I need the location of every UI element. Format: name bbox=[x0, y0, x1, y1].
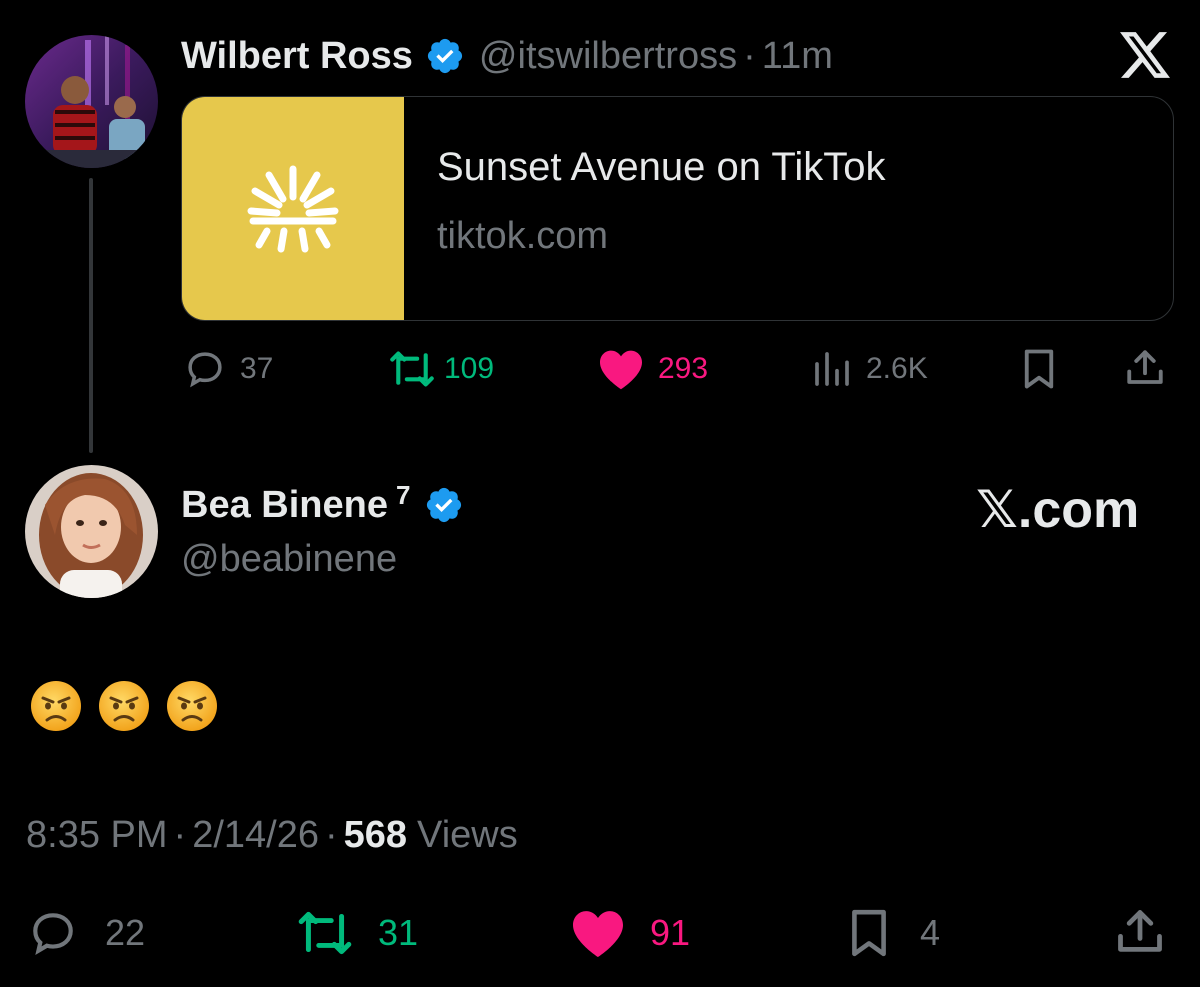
share-icon bbox=[1124, 346, 1166, 390]
separator-dot: · bbox=[324, 814, 338, 856]
verified-badge-icon bbox=[424, 485, 464, 525]
repost-button[interactable]: 31 bbox=[296, 908, 418, 958]
thread-connector-line bbox=[89, 178, 93, 453]
like-count: 91 bbox=[650, 912, 691, 953]
sunburst-logo-icon bbox=[247, 165, 339, 253]
heart-filled-icon bbox=[598, 348, 644, 390]
author-superscript: 7 bbox=[395, 480, 411, 510]
repost-icon bbox=[296, 908, 354, 958]
angry-face-icon bbox=[167, 681, 217, 731]
reply-icon bbox=[27, 908, 79, 958]
analytics-icon bbox=[812, 348, 852, 390]
author-name[interactable]: Bea Binene bbox=[181, 480, 388, 530]
timestamp-time[interactable]: 8:35 PM bbox=[26, 814, 168, 857]
reply-icon bbox=[184, 348, 226, 390]
bookmark-button[interactable]: 4 bbox=[846, 908, 940, 958]
tweet-meta: 8:35 PM · 2/14/26 · 568 Views bbox=[26, 814, 518, 857]
link-preview-card[interactable]: Sunset Avenue on TikTok tiktok.com bbox=[181, 96, 1174, 321]
views-count: 2.6K bbox=[866, 352, 928, 385]
separator-dot: · bbox=[173, 814, 187, 856]
verified-badge-icon bbox=[425, 36, 465, 76]
avatar-bea-binene[interactable] bbox=[25, 465, 158, 598]
author-name[interactable]: Wilbert Ross bbox=[181, 35, 413, 78]
tweet-author: Bea Binene 7 bbox=[181, 480, 464, 530]
share-button[interactable] bbox=[1114, 906, 1166, 958]
time-ago[interactable]: 11m bbox=[762, 35, 833, 78]
avatar-wilbert-ross[interactable] bbox=[25, 35, 158, 168]
share-icon bbox=[1114, 906, 1166, 958]
reply-count: 37 bbox=[240, 352, 274, 385]
bookmark-icon bbox=[1020, 348, 1058, 390]
author-handle[interactable]: @itswilbertross bbox=[479, 35, 737, 78]
views-button[interactable]: 2.6K bbox=[812, 348, 928, 390]
bookmark-button[interactable] bbox=[1020, 348, 1058, 390]
repost-button[interactable]: 109 bbox=[388, 348, 494, 390]
views-label: Views bbox=[417, 814, 518, 856]
tweet-header: Wilbert Ross @itswilbertross · 11m bbox=[181, 32, 833, 80]
separator-dot: · bbox=[743, 34, 756, 77]
repost-icon bbox=[388, 348, 436, 390]
timestamp-date[interactable]: 2/14/26 bbox=[192, 814, 319, 857]
reply-button[interactable]: 37 bbox=[184, 348, 273, 390]
like-button[interactable]: 293 bbox=[598, 348, 708, 390]
like-count: 293 bbox=[658, 352, 709, 385]
card-thumbnail bbox=[182, 97, 404, 320]
angry-face-icon bbox=[99, 681, 149, 731]
repost-count: 31 bbox=[378, 912, 419, 953]
heart-filled-icon bbox=[570, 908, 626, 958]
card-domain: tiktok.com bbox=[437, 215, 609, 257]
avatar-image bbox=[25, 465, 158, 598]
views-count: 568 bbox=[343, 814, 408, 856]
x-logo-icon[interactable] bbox=[1120, 32, 1170, 78]
author-handle[interactable]: @beabinene bbox=[181, 538, 397, 581]
card-title: Sunset Avenue on TikTok bbox=[437, 145, 886, 189]
reply-button[interactable]: 22 bbox=[27, 908, 145, 958]
reply-count: 22 bbox=[105, 912, 146, 953]
avatar-image bbox=[25, 35, 158, 168]
x-com-branding: 𝕏.com bbox=[976, 481, 1140, 539]
share-button[interactable] bbox=[1124, 346, 1166, 390]
bookmark-icon bbox=[846, 908, 892, 958]
bookmark-count: 4 bbox=[920, 912, 941, 953]
repost-count: 109 bbox=[444, 352, 495, 385]
like-button[interactable]: 91 bbox=[570, 908, 690, 958]
angry-face-icon bbox=[31, 681, 81, 731]
